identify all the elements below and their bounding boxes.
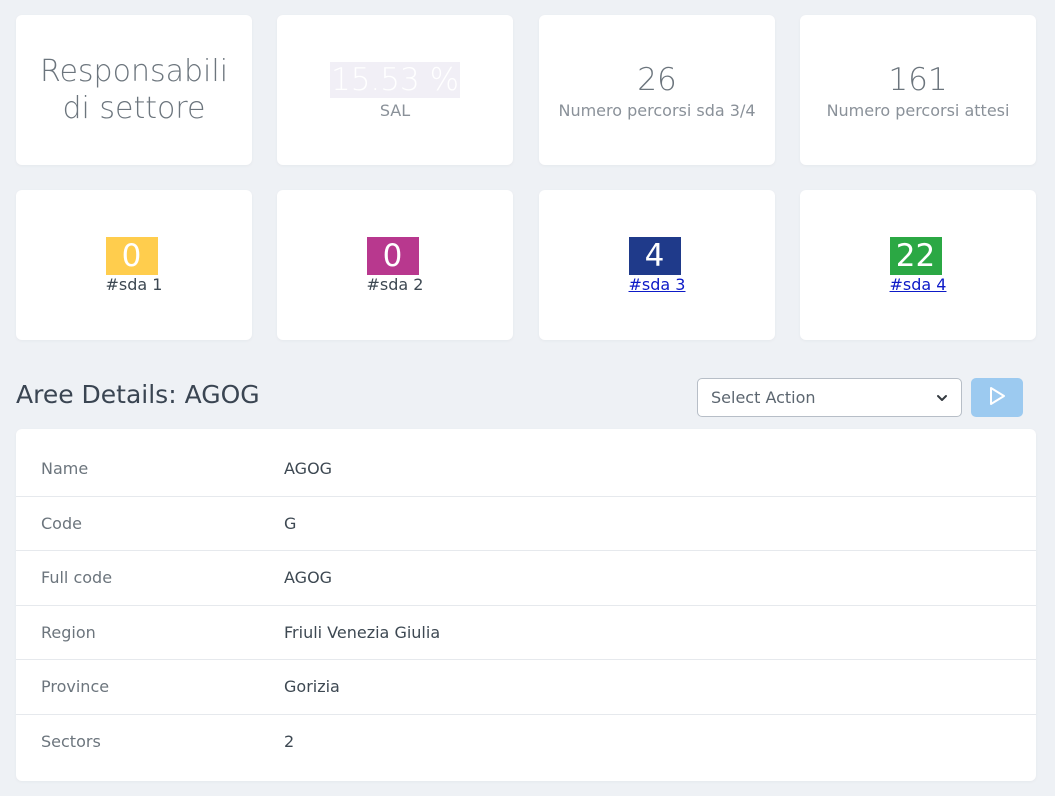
table-row: Region Friuli Venezia Giulia: [16, 605, 1036, 659]
row-key: Name: [41, 458, 89, 478]
responsabili-title: Responsabili di settore: [39, 54, 229, 126]
table-row: Name AGOG: [16, 441, 1036, 495]
sal-card: 15.53 % SAL: [277, 15, 513, 165]
row-value: Gorizia: [284, 676, 340, 696]
sda-4-link[interactable]: #sda 4: [890, 275, 947, 294]
table-row: Code G: [16, 496, 1036, 550]
row-key: Sectors: [41, 731, 101, 751]
sda-card-4: 22 #sda 4: [800, 190, 1036, 340]
play-icon: [988, 386, 1006, 410]
sda-2-label: #sda 2: [366, 274, 424, 294]
percorsi-attesi-value: 161: [888, 61, 948, 98]
row-key: Full code: [41, 567, 113, 587]
sda-1-label: #sda 1: [105, 274, 163, 294]
sda-card-3: 4 #sda 3: [539, 190, 775, 340]
percorsi-attesi-card: 161 Numero percorsi attesi: [800, 15, 1036, 165]
run-action-button[interactable]: [971, 378, 1023, 417]
row-value: AGOG: [284, 567, 333, 587]
row-value: 2: [284, 731, 295, 751]
sda-1-count: 0: [105, 236, 158, 275]
chevron-down-icon: [935, 390, 949, 409]
row-value: Friuli Venezia Giulia: [284, 622, 441, 642]
action-select-value: Select Action: [711, 388, 816, 407]
percorsi-attesi-label: Numero percorsi attesi: [826, 100, 1010, 120]
row-key: Code: [41, 513, 82, 533]
row-key: Province: [41, 676, 110, 696]
table-row: Sectors 2: [16, 714, 1036, 768]
details-table: Name AGOG Code G Full code AGOG Region F…: [16, 429, 1036, 781]
row-value: G: [284, 513, 297, 533]
sda-4-count: 22: [889, 236, 942, 275]
sda-card-2: 0 #sda 2: [277, 190, 513, 340]
sal-label: SAL: [379, 100, 411, 120]
sda-3-count: 4: [628, 236, 681, 275]
percorsi-sda-value: 26: [637, 61, 677, 98]
sda-card-1: 0 #sda 1: [16, 190, 252, 340]
percorsi-sda-card: 26 Numero percorsi sda 3/4: [539, 15, 775, 165]
table-row: Full code AGOG: [16, 550, 1036, 604]
responsabili-card: Responsabili di settore: [16, 15, 252, 165]
sda-2-count: 0: [366, 236, 419, 275]
section-title: Aree Details: AGOG: [16, 380, 260, 409]
percorsi-sda-label: Numero percorsi sda 3/4: [558, 100, 756, 120]
sda-3-link[interactable]: #sda 3: [629, 275, 686, 294]
table-row: Province Gorizia: [16, 659, 1036, 713]
row-key: Region: [41, 622, 96, 642]
row-value: AGOG: [284, 458, 333, 478]
sal-value: 15.53 %: [329, 61, 461, 98]
action-select[interactable]: Select Action: [697, 378, 962, 417]
